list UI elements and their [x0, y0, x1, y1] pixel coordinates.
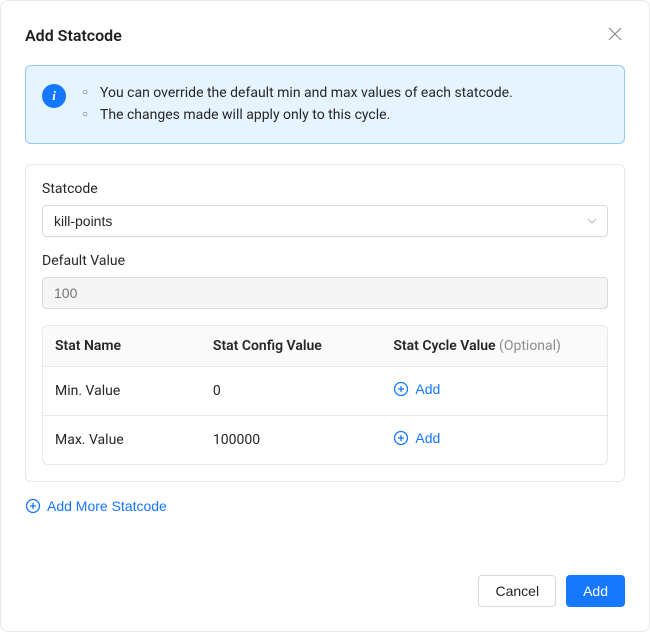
- modal-footer: Cancel Add: [25, 575, 625, 607]
- add-more-statcode-wrap: Add More Statcode: [25, 498, 625, 518]
- close-icon: [608, 27, 622, 44]
- info-icon: i: [42, 84, 66, 108]
- plus-circle-icon: [25, 498, 41, 514]
- add-more-statcode-button[interactable]: Add More Statcode: [25, 498, 167, 514]
- plus-circle-icon: [393, 430, 409, 446]
- th-stat-name: Stat Name: [43, 326, 201, 367]
- statcode-select[interactable]: [42, 205, 608, 237]
- cell-config-value: 100000: [201, 416, 381, 464]
- default-value-input: [42, 277, 608, 309]
- cell-stat-name: Max. Value: [43, 416, 201, 464]
- stat-values-table: Stat Name Stat Config Value Stat Cycle V…: [42, 325, 608, 465]
- modal-title: Add Statcode: [25, 26, 122, 45]
- info-content: You can override the default min and max…: [82, 82, 513, 127]
- table-row: Max. Value 100000 Add: [43, 416, 607, 464]
- default-value-label: Default Value: [42, 253, 608, 269]
- statcode-label: Statcode: [42, 181, 608, 197]
- th-config-value: Stat Config Value: [201, 326, 381, 367]
- add-link-label: Add: [415, 381, 440, 397]
- default-value-field-group: Default Value: [42, 253, 608, 309]
- add-more-statcode-label: Add More Statcode: [47, 498, 167, 514]
- th-cycle-value-text: Stat Cycle Value: [393, 338, 495, 354]
- cell-cycle-value: Add: [381, 416, 607, 464]
- modal-header: Add Statcode: [25, 25, 625, 45]
- add-button[interactable]: Add: [566, 575, 625, 607]
- info-line-2: The changes made will apply only to this…: [82, 104, 513, 126]
- add-statcode-modal: Add Statcode i You can override the defa…: [0, 0, 650, 632]
- plus-circle-icon: [393, 381, 409, 397]
- info-line-1: You can override the default min and max…: [82, 82, 513, 104]
- statcode-field-group: Statcode: [42, 181, 608, 237]
- close-button[interactable]: [605, 25, 625, 45]
- statcode-form-section: Statcode Default Value Stat Name Stat Co…: [25, 164, 625, 482]
- statcode-select-wrap: [42, 205, 608, 237]
- info-alert: i You can override the default min and m…: [25, 65, 625, 144]
- cell-stat-name: Min. Value: [43, 367, 201, 416]
- cell-config-value: 0: [201, 367, 381, 416]
- cell-cycle-value: Add: [381, 367, 607, 416]
- th-optional-suffix: (Optional): [496, 338, 561, 354]
- table-row: Min. Value 0 Add: [43, 367, 607, 416]
- add-link-label: Add: [415, 430, 440, 446]
- add-min-cycle-value-button[interactable]: Add: [393, 381, 440, 397]
- cancel-button[interactable]: Cancel: [478, 575, 556, 607]
- add-max-cycle-value-button[interactable]: Add: [393, 430, 440, 446]
- th-cycle-value: Stat Cycle Value (Optional): [381, 326, 607, 367]
